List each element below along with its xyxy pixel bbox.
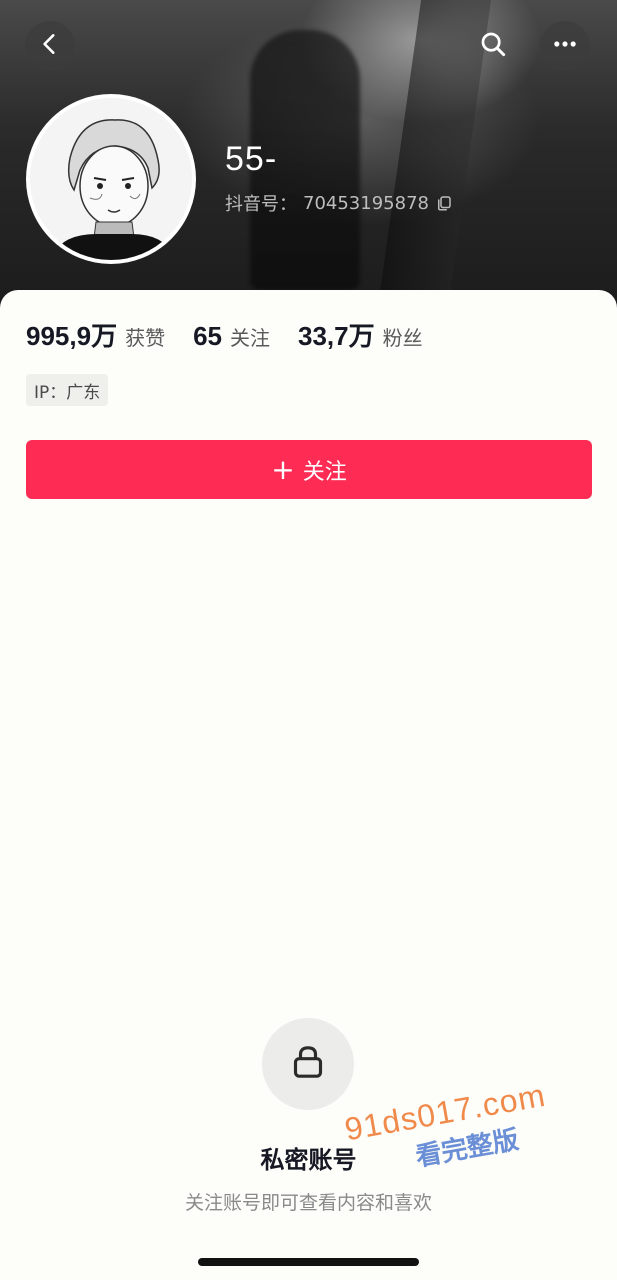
private-account-title: 私密账号 xyxy=(260,1146,357,1174)
profile-page: 55- 抖音号： 70453195878 995,9万 获赞 65 关注 33,7… xyxy=(0,0,617,1280)
stat-likes-label: 获赞 xyxy=(125,326,166,350)
stat-following-value: 65 xyxy=(193,321,222,351)
profile-content-card: 995,9万 获赞 65 关注 33,7万 粉丝 IP：广东 + 关注 私密账号… xyxy=(0,290,617,1280)
stat-likes-value: 995,9万 xyxy=(26,321,118,351)
douyin-id-label: 抖音号： xyxy=(225,194,297,215)
douyin-id-row[interactable]: 抖音号： 70453195878 xyxy=(225,190,453,216)
stat-likes[interactable]: 995,9万 获赞 xyxy=(26,316,165,353)
profile-nickname: 55- xyxy=(225,140,278,178)
search-icon xyxy=(478,29,508,63)
follow-button-label: 关注 xyxy=(302,459,347,485)
more-button[interactable] xyxy=(540,21,590,71)
profile-stats: 995,9万 获赞 65 关注 33,7万 粉丝 xyxy=(26,316,451,353)
private-account-description: 关注账号即可查看内容和喜欢 xyxy=(184,1192,432,1214)
more-horizontal-icon xyxy=(551,30,579,62)
search-button[interactable] xyxy=(468,21,518,71)
plus-icon: + xyxy=(271,452,295,486)
stat-followers[interactable]: 33,7万 粉丝 xyxy=(298,316,423,353)
ip-location-tag: IP：广东 xyxy=(26,374,109,406)
profile-header-background: 55- 抖音号： 70453195878 xyxy=(0,0,617,330)
lock-icon xyxy=(288,1042,328,1086)
avatar-illustration xyxy=(30,98,192,260)
avatar[interactable] xyxy=(26,94,196,264)
back-button[interactable] xyxy=(25,21,75,71)
chevron-left-icon xyxy=(37,31,63,61)
stat-followers-label: 粉丝 xyxy=(382,326,423,350)
private-lock-badge xyxy=(262,1018,354,1110)
copy-icon[interactable] xyxy=(435,194,453,212)
stat-following[interactable]: 65 关注 xyxy=(193,321,270,352)
stat-followers-value: 33,7万 xyxy=(298,321,375,351)
stat-following-label: 关注 xyxy=(230,326,270,350)
follow-button[interactable]: + 关注 xyxy=(26,440,592,499)
douyin-id-value: 70453195878 xyxy=(303,192,429,214)
home-indicator[interactable] xyxy=(198,1258,419,1266)
